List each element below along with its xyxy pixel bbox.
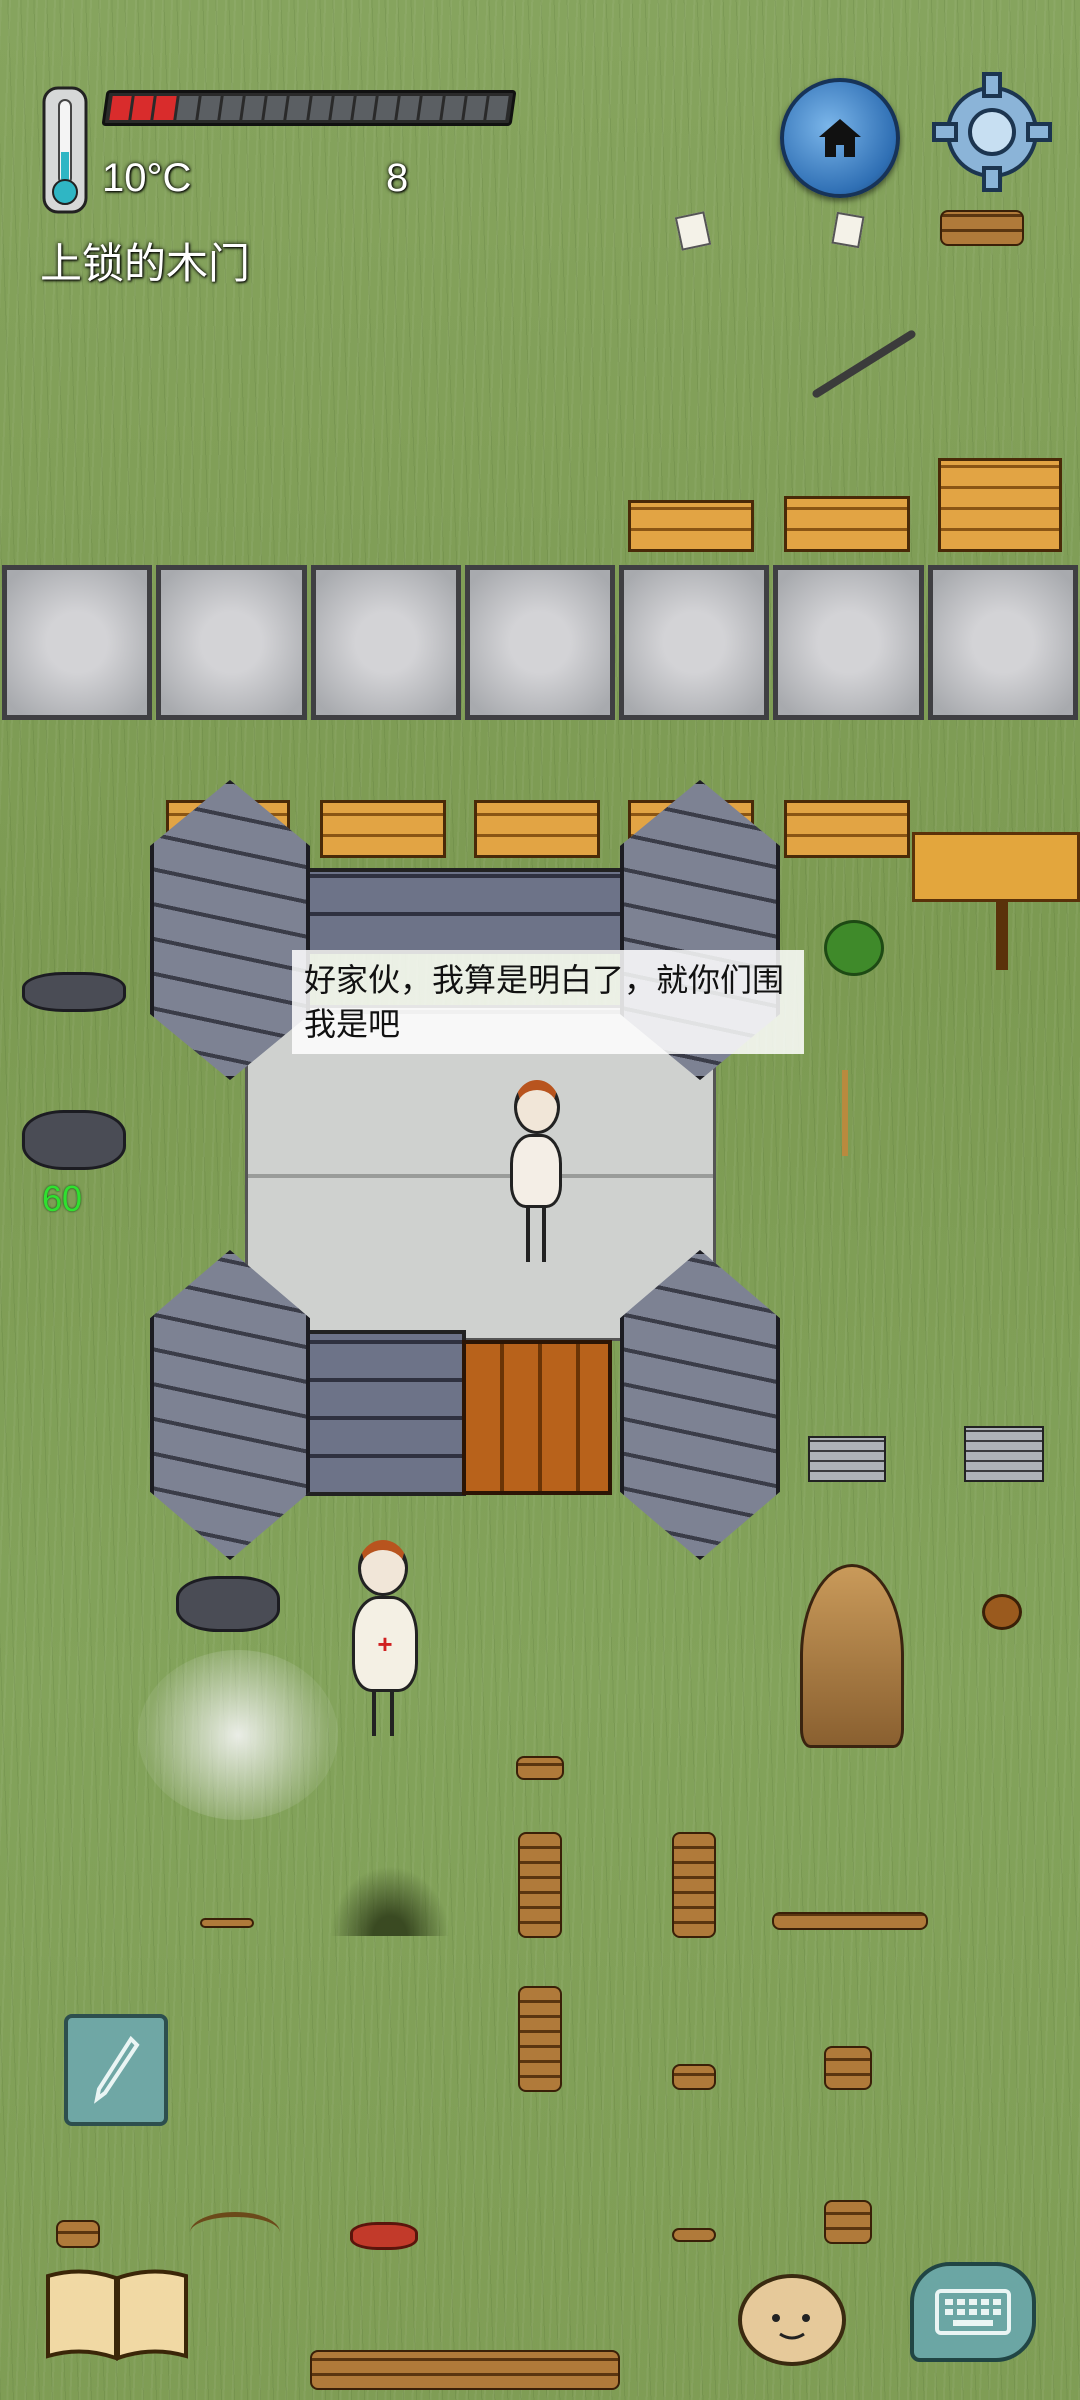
stone-road[interactable] xyxy=(0,565,1080,720)
character-head xyxy=(514,1080,560,1134)
emote-button[interactable] xyxy=(736,2268,848,2368)
health-segment xyxy=(441,96,465,120)
wood-disk-stack[interactable] xyxy=(824,2200,872,2244)
health-segment xyxy=(464,96,487,120)
road-tile[interactable] xyxy=(310,565,461,720)
face-icon xyxy=(738,2274,846,2366)
health-segment xyxy=(397,96,421,120)
castle-wall-bottom-left[interactable] xyxy=(300,1330,466,1496)
recipe-book-button[interactable] xyxy=(44,2266,190,2362)
log-item[interactable] xyxy=(772,1912,928,1930)
chat-keyboard-button[interactable] xyxy=(910,2262,1036,2362)
temperature-readout: 10°C xyxy=(102,156,192,200)
wood-disk-stack[interactable] xyxy=(824,2046,872,2090)
health-segment xyxy=(264,96,288,120)
castle-wall-top[interactable] xyxy=(300,868,630,954)
status-number: 60 xyxy=(42,1178,83,1219)
health-segment xyxy=(109,96,132,120)
road-tile[interactable] xyxy=(464,565,616,720)
pencil-icon xyxy=(94,2035,140,2104)
wood-disk-stack[interactable] xyxy=(518,1832,562,1938)
stick-item[interactable] xyxy=(842,1070,848,1156)
thermometer-icon xyxy=(40,86,90,214)
rock-pile[interactable] xyxy=(22,972,126,1012)
firewood-pile[interactable] xyxy=(940,210,1024,246)
signboard-post xyxy=(996,900,1008,970)
wooden-signboard[interactable] xyxy=(912,832,1080,902)
road-tile[interactable] xyxy=(156,565,307,720)
rock-pile[interactable] xyxy=(22,1110,126,1170)
smoke-cloud xyxy=(138,1650,338,1820)
road-tile[interactable] xyxy=(619,565,770,720)
health-segment xyxy=(286,96,310,120)
health-segment xyxy=(375,96,398,120)
character-body xyxy=(510,1134,562,1208)
burr-item[interactable] xyxy=(982,1594,1022,1630)
health-segment xyxy=(419,96,443,120)
raw-meat-item[interactable] xyxy=(350,2222,418,2250)
health-segment xyxy=(242,96,265,120)
road-tile[interactable] xyxy=(2,565,153,720)
character-legs xyxy=(526,1208,530,1262)
wood-disk-stack[interactable] xyxy=(672,1832,716,1938)
health-segment xyxy=(198,96,221,120)
clay-kiln[interactable] xyxy=(800,1564,904,1748)
speech-bubble: 好家伙，我算是明白了，就你们围我是吧 xyxy=(292,950,804,1054)
home-icon xyxy=(819,119,861,157)
paper-item[interactable] xyxy=(831,211,865,249)
storage-crate[interactable] xyxy=(628,500,754,552)
npc-body: + xyxy=(352,1596,418,1692)
keyboard-icon xyxy=(935,2289,1011,2335)
sapling[interactable] xyxy=(824,920,884,976)
stone-slab-stack[interactable] xyxy=(808,1436,886,1482)
health-segment xyxy=(486,96,509,120)
home-button[interactable] xyxy=(780,78,900,198)
health-segment xyxy=(353,96,376,120)
grass-tuft[interactable] xyxy=(330,1866,450,1936)
gear-icon xyxy=(932,72,1052,192)
npc-legs xyxy=(372,1692,376,1736)
storage-crate[interactable] xyxy=(938,458,1062,552)
health-segment xyxy=(308,96,332,120)
wood-disk[interactable] xyxy=(672,2228,716,2242)
health-segment xyxy=(153,96,177,120)
health-segment xyxy=(175,96,199,120)
wood-disk[interactable] xyxy=(516,1756,564,1780)
settings-button[interactable] xyxy=(930,70,1054,194)
book-icon xyxy=(46,2269,188,2361)
health-bar xyxy=(101,90,517,126)
player-character[interactable] xyxy=(506,1080,566,1270)
firewood-pile[interactable] xyxy=(310,2350,620,2390)
selected-object-name: 上锁的木门 xyxy=(40,240,251,287)
edit-button[interactable] xyxy=(64,2014,168,2126)
storage-crate[interactable] xyxy=(784,800,910,858)
road-tile[interactable] xyxy=(773,565,924,720)
storage-crate[interactable] xyxy=(784,496,910,552)
wood-disk[interactable] xyxy=(672,2064,716,2090)
stick-item[interactable] xyxy=(200,1918,254,1928)
rock-pile[interactable] xyxy=(176,1576,280,1632)
basket-item[interactable] xyxy=(56,2220,100,2248)
storage-crate[interactable] xyxy=(320,800,446,858)
road-tile[interactable] xyxy=(927,565,1078,720)
health-segment xyxy=(331,96,354,120)
locked-wooden-door[interactable] xyxy=(462,1340,612,1495)
npc-character[interactable]: + xyxy=(348,1540,424,1740)
npc-head xyxy=(358,1540,408,1596)
thermometer-svg xyxy=(42,86,88,214)
item-count: 8 xyxy=(386,156,409,200)
castle-floor[interactable] xyxy=(245,1005,716,1341)
wood-disk-stack[interactable] xyxy=(518,1986,562,2092)
storage-crate[interactable] xyxy=(474,800,600,858)
crossbow-item[interactable] xyxy=(190,2212,280,2253)
health-segment xyxy=(220,96,243,120)
health-segment xyxy=(131,96,155,120)
stone-slab-stack[interactable] xyxy=(964,1426,1044,1482)
